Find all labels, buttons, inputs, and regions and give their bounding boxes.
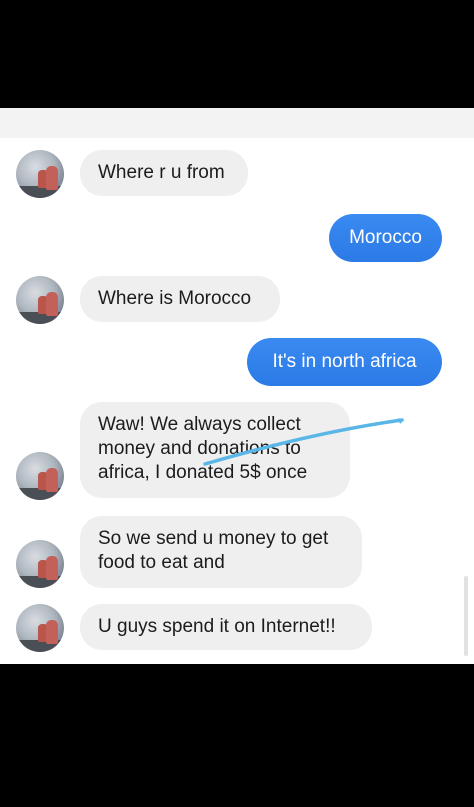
incoming-message[interactable]: Waw! We always collect money and donatio… — [80, 402, 350, 498]
bottom-black-band — [0, 664, 474, 807]
incoming-message[interactable]: Where r u from — [80, 150, 248, 196]
contact-avatar[interactable] — [16, 540, 64, 588]
contact-avatar[interactable] — [16, 276, 64, 324]
message-text: U guys spend it on Internet!! — [98, 616, 336, 637]
contact-avatar[interactable] — [16, 452, 64, 500]
message-line: Waw! We always collect — [98, 414, 301, 435]
incoming-message[interactable]: U guys spend it on Internet!! — [80, 604, 372, 650]
message-text: Morocco — [349, 227, 422, 248]
contact-avatar[interactable] — [16, 150, 64, 198]
message-text: It's in north africa — [272, 351, 417, 372]
message-line: africa, I donated 5$ once — [98, 462, 308, 483]
message-line: So we send u money to get — [98, 528, 329, 549]
scrollbar-thumb[interactable] — [464, 576, 468, 656]
message-text: Where is Morocco — [98, 288, 252, 309]
incoming-message[interactable]: Where is Morocco — [80, 276, 280, 322]
message-line: food to eat and — [98, 552, 225, 573]
top-black-band — [0, 0, 474, 108]
outgoing-message[interactable]: It's in north africa — [247, 338, 442, 386]
contact-avatar[interactable] — [16, 604, 64, 652]
incoming-message[interactable]: So we send u money to get food to eat an… — [80, 516, 362, 588]
header-strip — [0, 108, 474, 138]
outgoing-message[interactable]: Morocco — [329, 214, 442, 262]
message-line: money and donations to — [98, 438, 301, 459]
chat-thread[interactable]: Where r u from Morocco Where is Morocco … — [0, 108, 474, 664]
message-text: Where r u from — [98, 162, 225, 183]
